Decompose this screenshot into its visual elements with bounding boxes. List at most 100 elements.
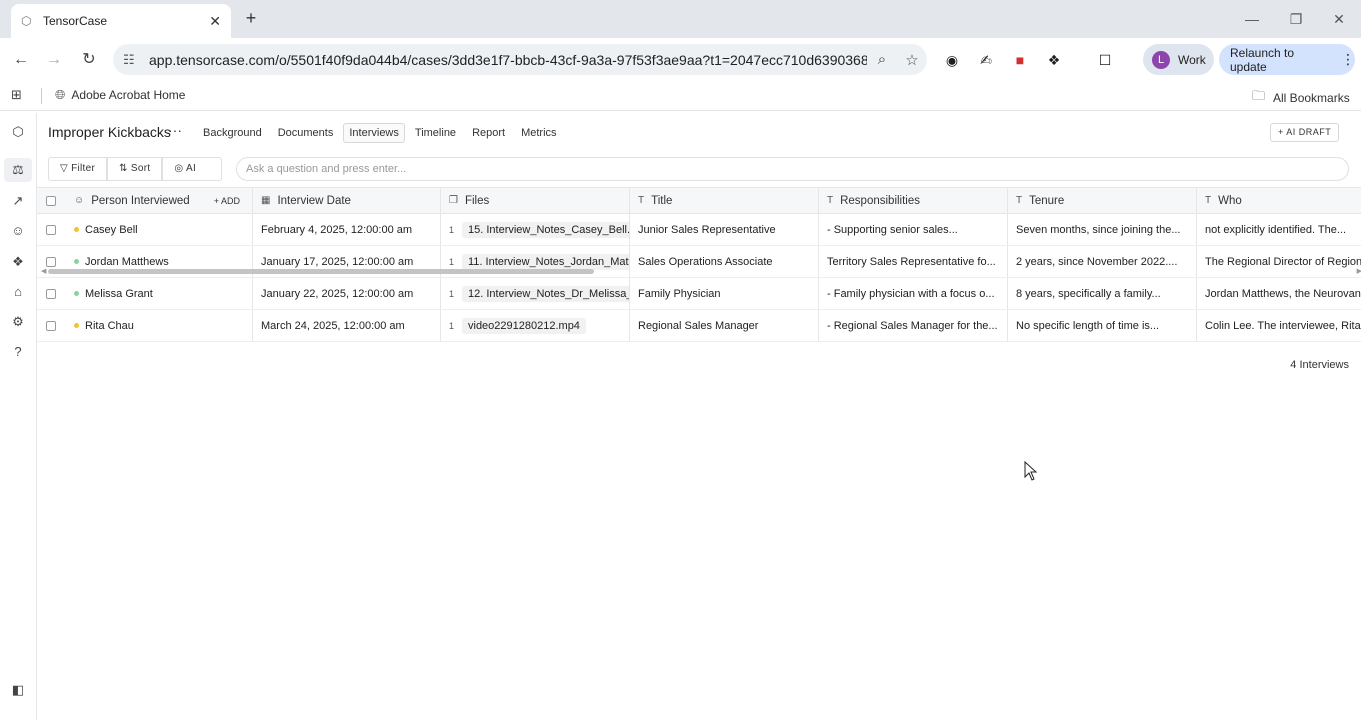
column-label: Interview Date [277,194,351,207]
cell-responsibilities[interactable]: - Family physician with a focus o... [819,278,1008,309]
tab-metrics[interactable]: Metrics [515,123,562,143]
profile-button[interactable]: L Work [1143,44,1214,75]
back-icon[interactable]: ← [10,49,32,71]
text-type-icon: T [1205,195,1212,206]
cell-date[interactable]: January 22, 2025, 12:00:00 am [253,278,441,309]
person-icon[interactable]: ☺ [9,222,27,240]
column-tenure[interactable]: T Tenure [1008,188,1197,213]
filter-button[interactable]: ▽ Filter [48,157,108,181]
row-checkbox[interactable] [46,256,56,267]
select-all-checkbox[interactable] [46,195,56,206]
cell-date[interactable]: February 4, 2025, 12:00:00 am [253,214,441,245]
cell-who[interactable]: Colin Lee. The interviewee, Rita... [1197,310,1361,341]
cases-scale-icon[interactable]: ⚖ [4,158,32,182]
cell-files[interactable]: 1 12. Interview_Notes_Dr_Melissa_Grant.do… [441,278,630,309]
scroll-left-arrow-icon[interactable]: ◀ [41,267,46,275]
extension-privacy-icon[interactable]: ◉ [942,50,962,70]
cell-tenure[interactable]: 8 years, specifically a family... [1008,278,1197,309]
scrollbar-thumb[interactable] [48,269,594,274]
column-who[interactable]: T Who [1197,188,1361,213]
tab-timeline[interactable]: Timeline [409,123,462,143]
scroll-right-arrow-icon[interactable]: ▶ [1357,267,1361,275]
bookmark-adobe-acrobat-home[interactable]: 🌐︎ Adobe Acrobat Home [55,87,185,103]
browser-tab[interactable]: ⬡ TensorCase ✕ [11,4,231,38]
window-close-icon[interactable]: ✕ [1329,9,1349,29]
tab-report[interactable]: Report [466,123,511,143]
table-row[interactable]: Melissa Grant January 22, 2025, 12:00:00… [37,278,1361,310]
cell-files[interactable]: 1 15. Interview_Notes_Casey_Bell.docx [441,214,630,245]
acrobat-extension-icon[interactable]: ■ [1010,50,1030,70]
apps-grid-icon[interactable]: ⊞ [11,87,27,103]
cell-person[interactable]: Rita Chau [66,310,253,341]
globe-icon: 🌐︎ [55,87,66,102]
cell-tenure[interactable]: No specific length of time is... [1008,310,1197,341]
row-select-cell [37,278,66,309]
integrations-icon[interactable]: ❖ [9,253,27,271]
all-bookmarks-button[interactable]: 🗀︎ All Bookmarks [1252,87,1350,109]
person-icon: ☺ [74,195,85,206]
row-checkbox[interactable] [46,320,56,331]
cell-files[interactable]: 1 video2291280212.mp4 [441,310,630,341]
cell-title[interactable]: Family Physician [630,278,819,309]
ai-draft-button[interactable]: + AI DRAFT [1270,123,1340,142]
cell-who[interactable]: Jordan Matthews, the Neurovance... [1197,278,1361,309]
minimize-icon[interactable]: — [1242,9,1262,29]
file-chip[interactable]: video2291280212.mp4 [462,317,586,334]
tensorcase-logo-icon[interactable]: ⬡ [9,123,27,141]
extensions-puzzle-icon[interactable]: ❖ [1044,50,1064,70]
site-settings-icon[interactable]: ☷ [123,52,141,68]
table-row[interactable]: Casey Bell February 4, 2025, 12:00:00 am… [37,214,1361,246]
sort-button[interactable]: ⇅ Sort [107,157,163,181]
cell-person[interactable]: Melissa Grant [66,278,253,309]
cell-who[interactable]: not explicitly identified. The... [1197,214,1361,245]
cell-title[interactable]: Junior Sales Representative [630,214,819,245]
add-column-button[interactable]: + ADD [214,196,240,206]
cell-responsibilities[interactable]: - Supporting senior sales... [819,214,1008,245]
cell-tenure[interactable]: Seven months, since joining the... [1008,214,1197,245]
file-chip[interactable]: 11. Interview_Notes_Jordan_Matthews.docx [462,253,629,270]
zoom-icon[interactable]: ⌕ [867,51,897,68]
file-count: 1 [449,256,455,267]
row-checkbox[interactable] [46,288,56,299]
case-tabs: Background Documents Interviews Timeline… [197,123,567,143]
restore-icon[interactable]: ❐ [1286,9,1306,29]
column-responsibilities[interactable]: T Responsibilities [819,188,1008,213]
bookmark-label: Adobe Acrobat Home [71,88,186,102]
reload-icon[interactable]: ↻ [78,49,100,71]
collapse-sidebar-icon[interactable]: ◧ [9,681,27,699]
close-icon[interactable]: ✕ [209,13,221,30]
forward-icon[interactable]: → [43,49,65,71]
tab-interviews[interactable]: Interviews [343,123,405,143]
table-row[interactable]: Rita Chau March 24, 2025, 12:00:00 am 1v… [37,310,1361,342]
relaunch-button[interactable]: Relaunch to update ⋮ [1219,44,1355,75]
file-count: 1 [449,320,455,331]
ask-question-input[interactable]: Ask a question and press enter... [236,157,1349,181]
more-options-icon[interactable]: ··· [168,122,182,138]
cell-title[interactable]: Regional Sales Manager [630,310,819,341]
column-person-interviewed[interactable]: ☺ Person Interviewed + ADD [66,188,253,213]
cell-person[interactable]: Casey Bell [66,214,253,245]
extension-sign-icon[interactable]: ✍ [976,50,996,70]
tab-search-icon[interactable]: ☐ [1095,50,1115,70]
institution-icon[interactable]: ⌂ [9,283,27,301]
row-checkbox[interactable] [46,224,56,235]
column-title[interactable]: T Title [630,188,819,213]
cell-responsibilities[interactable]: - Regional Sales Manager for the... [819,310,1008,341]
file-chip[interactable]: 12. Interview_Notes_Dr_Melissa_Grant.doc… [462,285,629,302]
column-interview-date[interactable]: ▦ Interview Date [253,188,441,213]
tab-background[interactable]: Background [197,123,268,143]
column-label: Responsibilities [840,194,921,207]
bookmark-star-icon[interactable]: ☆ [897,51,927,69]
settings-gear-icon[interactable]: ⚙ [9,313,27,331]
analytics-chart-icon[interactable]: ↗ [9,192,27,210]
new-tab-icon[interactable]: + [241,8,261,28]
horizontal-scrollbar[interactable]: ◀ ▶ [41,268,1361,275]
tab-documents[interactable]: Documents [272,123,340,143]
ai-button[interactable]: ◎ AI [162,157,223,181]
cell-date[interactable]: March 24, 2025, 12:00:00 am [253,310,441,341]
file-chip[interactable]: 15. Interview_Notes_Casey_Bell.docx [462,221,629,238]
address-bar[interactable]: ☷ app.tensorcase.com/o/5501f40f9da044b4/… [113,44,927,75]
filter-toolbar: ▽ Filter ⇅ Sort ◎ AI [48,157,223,181]
column-files[interactable]: ❐ Files [441,188,630,213]
help-icon[interactable]: ? [9,343,27,361]
